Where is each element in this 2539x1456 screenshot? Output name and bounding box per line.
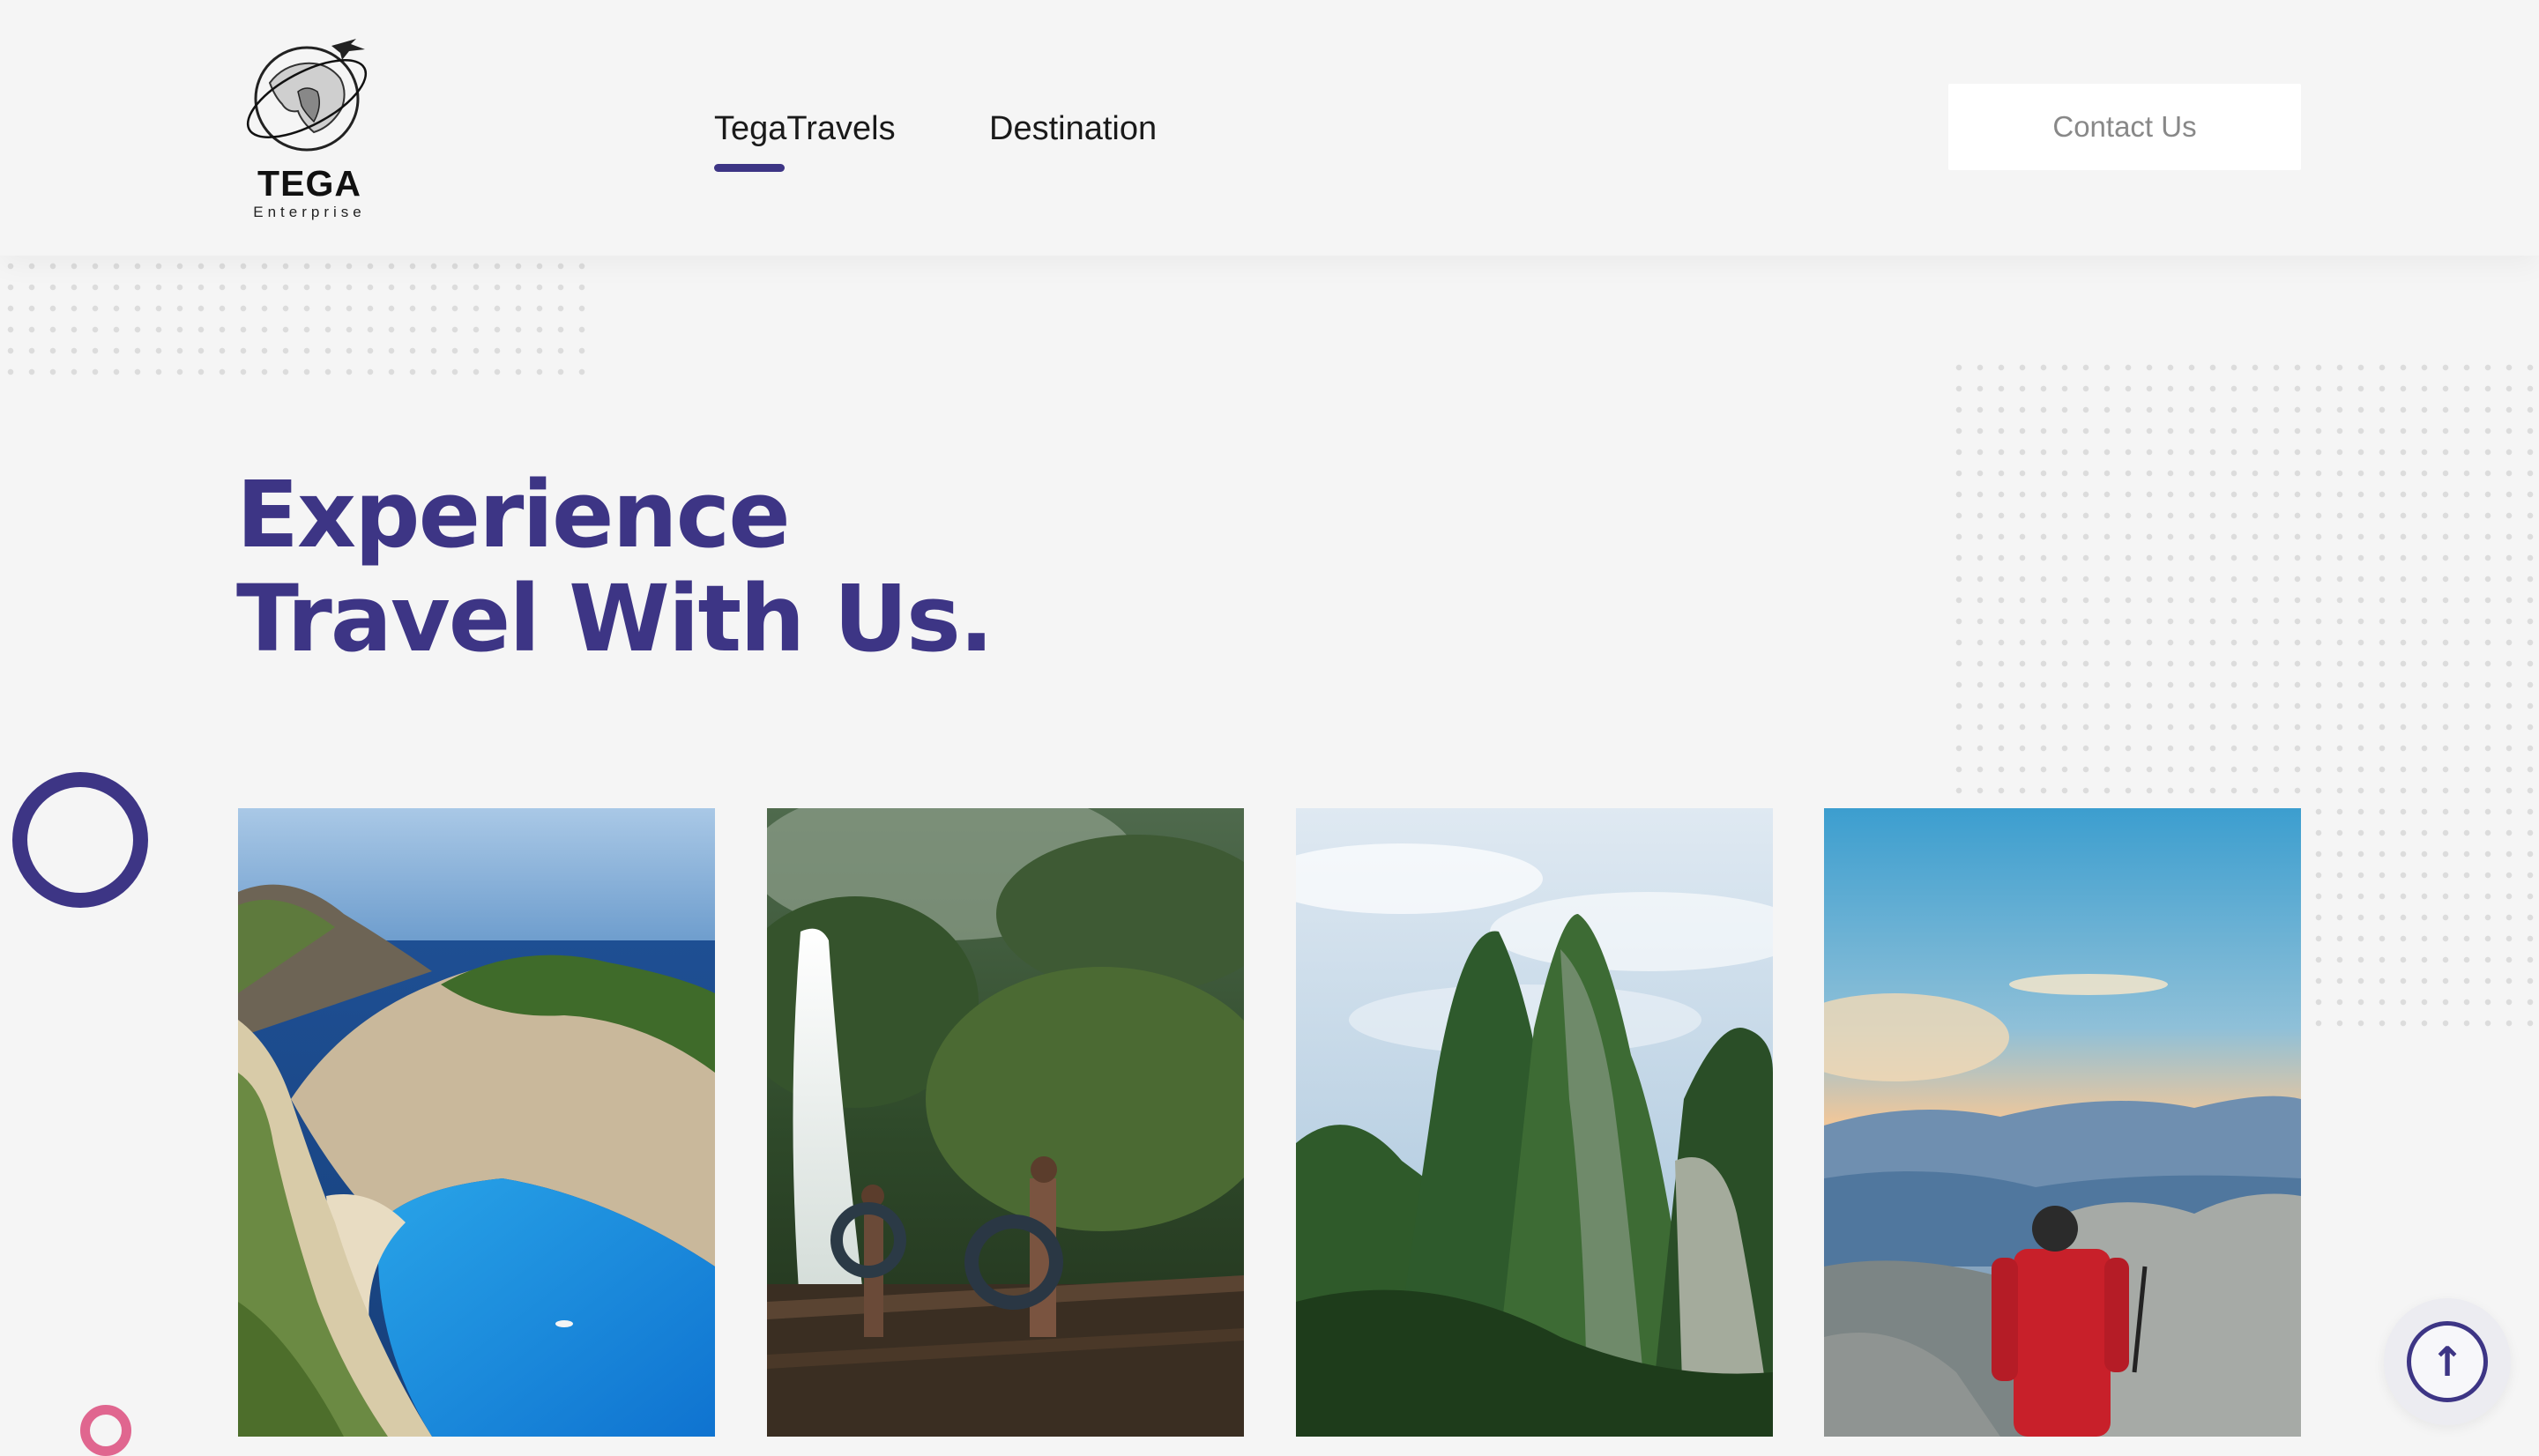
gallery-card-jungle-waterfall[interactable] [767, 808, 1244, 1437]
hero-title-line-1: Experience [236, 461, 791, 568]
gallery-card-green-mountains[interactable] [1296, 808, 1773, 1437]
green-mountain-peaks-photo [1296, 808, 1773, 1437]
hiker-mountain-sunset-photo [1824, 808, 2301, 1437]
logo[interactable]: TEGA Enterprise [238, 30, 381, 224]
jungle-waterfall-photo [767, 808, 1244, 1437]
arrow-up-icon: ↑ [2407, 1321, 2488, 1402]
globe-airplane-icon [246, 39, 368, 152]
site-header: TEGA Enterprise TegaTravels Destination … [0, 0, 2539, 256]
gallery-card-mountain-hiker[interactable] [1824, 808, 2301, 1437]
contact-us-button[interactable]: Contact Us [1948, 84, 2301, 170]
hero-title: Experience Travel With Us. [236, 461, 994, 672]
logo-name: TEGA [257, 163, 361, 204]
scroll-to-top-button[interactable]: ↑ [2384, 1298, 2511, 1425]
coastal-cove-beach-photo [238, 808, 715, 1437]
logo-subtitle: Enterprise [253, 204, 366, 220]
purple-ring-decoration [12, 772, 148, 908]
nav-link-tegatravels[interactable]: TegaTravels [714, 104, 896, 153]
hero-title-line-2: Travel With Us. [236, 565, 994, 672]
gallery-card-coastal-cove[interactable] [238, 808, 715, 1437]
nav-link-destination[interactable]: Destination [989, 104, 1157, 153]
active-nav-indicator [714, 164, 785, 172]
pink-ring-decoration [80, 1405, 131, 1456]
dot-pattern-top-left [0, 256, 589, 388]
